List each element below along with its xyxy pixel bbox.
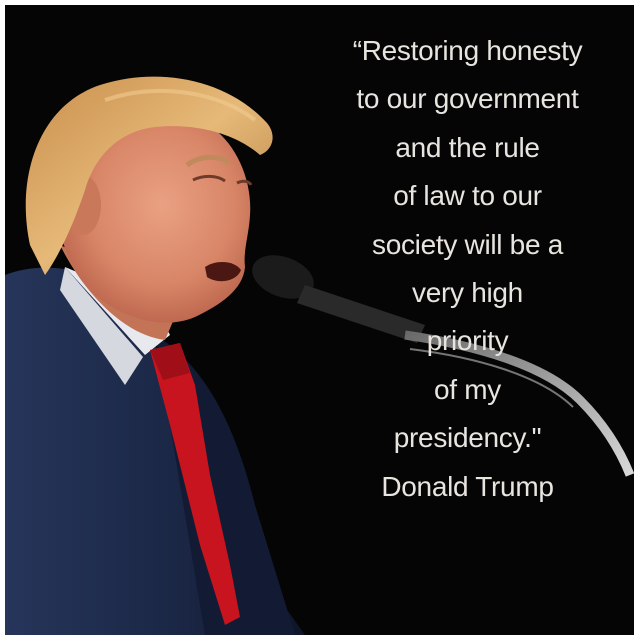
quote-line: and the rule xyxy=(395,131,540,163)
quote-photo: “Restoring honesty to our government and… xyxy=(5,5,634,635)
quote-line: “Restoring honesty xyxy=(352,35,583,66)
quote-line: very high xyxy=(412,276,523,308)
quote-line: priority xyxy=(426,325,509,357)
quote-line: presidency." xyxy=(393,422,542,454)
image-frame: “Restoring honesty to our government and… xyxy=(0,0,643,643)
quote-attribution: Donald Trump xyxy=(381,470,554,502)
quote-line: of law to our xyxy=(393,180,542,212)
quote-line: society will be a xyxy=(372,228,563,260)
quote-line: to our government xyxy=(356,83,579,115)
quote-line: of my xyxy=(434,373,501,405)
quote-text: “Restoring honesty to our government and… xyxy=(305,27,630,511)
